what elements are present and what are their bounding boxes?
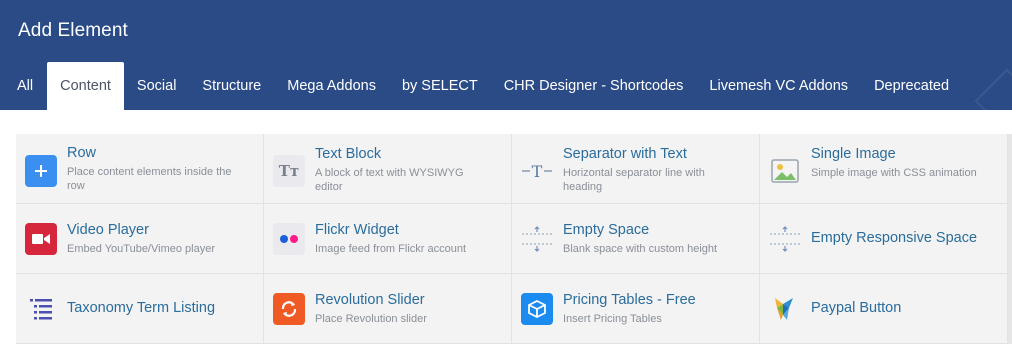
element-name: Flickr Widget <box>315 221 399 238</box>
element-description: Horizontal separator line with heading <box>563 167 705 193</box>
header-title: Add Element <box>18 20 128 41</box>
element-taxonomy-term-listing[interactable]: Taxonomy Term Listing <box>16 274 264 344</box>
pricing-tables-icon <box>521 292 553 325</box>
element-description: Place content elements inside the row <box>67 166 232 192</box>
element-single-image[interactable]: Single Image Simple image with CSS anima… <box>760 134 1008 204</box>
empty-space-icon <box>521 223 553 255</box>
element-name: Video Player <box>67 221 149 238</box>
plus-icon <box>25 155 57 187</box>
element-name: Paypal Button <box>811 300 902 316</box>
element-paypal-button[interactable]: Paypal Button <box>760 274 1008 344</box>
element-video-player[interactable]: Video Player Embed YouTube/Vimeo player <box>16 204 264 274</box>
tab-chr-designer-shortcodes[interactable]: CHR Designer - Shortcodes <box>491 62 697 110</box>
element-name: Taxonomy Term Listing <box>67 300 216 316</box>
paypal-logo-icon <box>769 293 801 325</box>
element-name: Row <box>67 145 97 161</box>
tab-livemesh-vc-addons[interactable]: Livemesh VC Addons <box>696 62 861 110</box>
list-icon <box>25 293 57 325</box>
text-block-icon: Tт <box>273 155 305 187</box>
element-flickr-widget[interactable]: Flickr Widget Image feed from Flickr acc… <box>264 204 512 274</box>
element-row[interactable]: Row Place content elements inside the ro… <box>16 134 264 204</box>
element-name: Empty Space <box>563 221 650 238</box>
element-description: Place Revolution slider <box>315 312 427 325</box>
header: Add Element All Content Social Structure… <box>0 0 1012 110</box>
element-description: Blank space with custom height <box>563 242 718 255</box>
element-revolution-slider[interactable]: Revolution Slider Place Revolution slide… <box>264 274 512 344</box>
element-name: Single Image <box>811 146 896 162</box>
tab-mega-addons[interactable]: Mega Addons <box>274 62 389 110</box>
separator-icon: T <box>521 155 553 187</box>
image-icon <box>769 155 801 187</box>
svg-text:T: T <box>532 162 543 181</box>
element-name: Pricing Tables - Free <box>563 291 696 308</box>
element-name: Separator with Text <box>563 146 687 162</box>
element-name: Text Block <box>315 146 382 162</box>
video-icon <box>25 222 57 255</box>
element-description: Insert Pricing Tables <box>563 312 662 325</box>
element-name: Empty Responsive Space <box>811 230 978 246</box>
element-grid: Row Place content elements inside the ro… <box>16 134 1012 344</box>
element-description: Image feed from Flickr account <box>315 242 467 255</box>
element-name: Revolution Slider <box>315 291 425 308</box>
element-description: A block of text with WYSIWYG editor <box>315 167 464 193</box>
tab-social[interactable]: Social <box>124 62 190 110</box>
tab-all[interactable]: All <box>0 62 47 110</box>
tab-by-select[interactable]: by SELECT <box>389 62 491 110</box>
element-description: Simple image with CSS animation <box>811 167 977 179</box>
element-description: Embed YouTube/Vimeo player <box>67 242 215 255</box>
element-separator-with-text[interactable]: T Separator with Text Horizontal separat… <box>512 134 760 204</box>
element-empty-space[interactable]: Empty Space Blank space with custom heig… <box>512 204 760 274</box>
tab-structure[interactable]: Structure <box>189 62 274 110</box>
tab-bar: All Content Social Structure Mega Addons… <box>0 62 962 110</box>
flickr-icon <box>273 222 305 255</box>
tab-content[interactable]: Content <box>47 62 124 110</box>
element-empty-responsive-space[interactable]: Empty Responsive Space <box>760 204 1008 274</box>
revolution-slider-icon <box>273 292 305 325</box>
decorative-shape-icon <box>974 68 1012 110</box>
element-pricing-tables-free[interactable]: Pricing Tables - Free Insert Pricing Tab… <box>512 274 760 344</box>
element-text-block[interactable]: Tт Text Block A block of text with WYSIW… <box>264 134 512 204</box>
empty-space-icon <box>769 223 801 255</box>
tab-deprecated[interactable]: Deprecated <box>861 62 962 110</box>
